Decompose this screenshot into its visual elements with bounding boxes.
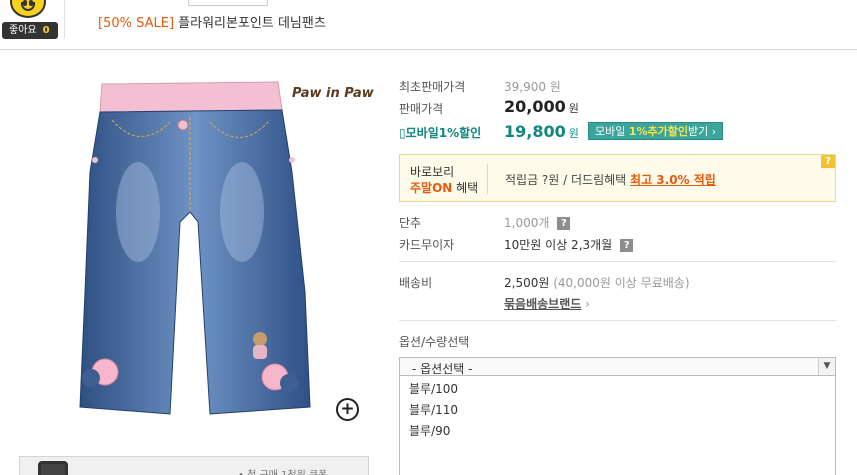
mobile-price-unit: 원 [568,127,579,140]
like-widget[interactable]: 좋아요 0 [0,0,60,40]
chevron-down-icon[interactable]: ▼ [818,358,835,375]
card-help-icon[interactable]: ? [620,239,634,252]
brand-tag-box [188,0,268,6]
like-button[interactable]: 좋아요 0 [2,22,58,39]
sale-badge-text: [50% SALE] [98,16,175,31]
shipping-value: 2,500원 (40,000원 이상 무료배송) [504,276,690,290]
header-divider [64,0,65,38]
promo-text: • 첫 구매 1천원 쿠폰 [238,466,327,475]
original-price-label: 최초판매가격 [399,80,466,94]
option-select-value: - 옵션선택 - [412,362,473,376]
mobile-price-value: 19,800 [504,122,566,141]
smiley-icon [10,0,46,18]
divider [399,261,836,262]
mobile-discount-label: ▯모바일1%할인 [399,126,482,140]
product-header: 좋아요 0 [50% SALE] 플라워리본포인트 데님팬츠 [0,0,857,50]
button-help-icon[interactable]: ? [557,217,571,230]
like-label: 좋아요 [9,25,37,36]
option-item[interactable]: 블루/100 [409,380,458,397]
option-section-label: 옵션/수량선택 [399,335,470,349]
button-label: 단추 [399,216,422,230]
denim-pants-illustration [79,81,311,415]
card-installment-value: 10만원 이상 2,3개월? [504,236,634,253]
product-title: [50% SALE] 플라워리본포인트 데님팬츠 [98,12,326,31]
zoom-plus-icon[interactable]: + [336,398,359,421]
weekend-benefit-text: 적립금 ?원 / 더드림혜택 최고 3.0% 적립 [505,173,716,187]
option-item[interactable]: 블루/90 [409,422,450,439]
option-select[interactable]: - 옵션선택 - ▼ [399,357,836,376]
option-list: 블루/100 블루/110 블루/90 [399,376,836,475]
shipping-label: 배송비 [399,276,433,290]
weekend-benefit-box: 바로보리 주말ON 혜택 적립금 ?원 / 더드림혜택 최고 3.0% 적립 ? [399,154,836,202]
original-price-value: 39,900 원 [504,80,561,94]
product-image[interactable] [20,62,370,427]
brand-logo: Paw in Paw [292,86,374,101]
app-promo-banner[interactable]: • 첫 구매 1천원 쿠폰 [19,456,369,475]
chevron-right-icon: › [585,297,590,311]
sale-price-unit: 원 [568,102,579,115]
weekend-brand-label: 바로보리 [410,165,455,179]
bundle-shipping-link[interactable]: 묶음배송브랜드 › [504,295,590,312]
weekend-help-icon[interactable]: ? [821,155,835,168]
product-name: 플라워리본포인트 데님팬츠 [178,16,326,31]
mobile-phone-icon: ▯ [399,126,406,140]
option-item[interactable]: 블루/110 [409,401,458,418]
card-installment-label: 카드무이자 [399,238,455,252]
mobile-discount-button[interactable]: 모바일 1%추가할인받기 › [588,122,724,140]
divider [399,320,836,321]
max-reward-link[interactable]: 최고 3.0% 적립 [630,173,716,187]
sale-price-label: 판매가격 [399,102,444,116]
button-value: 1,000개? [504,214,571,231]
sale-price-value: 20,000 [504,97,566,116]
weekend-on-label: 주말ON 혜택 [410,181,479,195]
weekend-divider [487,164,488,194]
like-count: 0 [42,25,50,36]
phone-icon [38,461,68,475]
